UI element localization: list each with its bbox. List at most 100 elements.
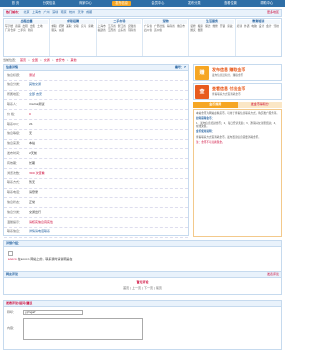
category-item[interactable]: 培训 bbox=[237, 24, 242, 28]
nav-item-4[interactable]: 会员中心 bbox=[149, 1, 168, 7]
nav-item-7[interactable]: 帮助中心 bbox=[257, 1, 276, 7]
breadcrumb-item-0[interactable]: 首页 bbox=[20, 58, 26, 63]
city-link-3[interactable]: 深圳 bbox=[52, 11, 58, 15]
category-item[interactable]: 维修 bbox=[212, 24, 217, 28]
category-item[interactable]: 新房 bbox=[28, 29, 33, 32]
category-items-2: 上海市 江苏省 浙江省 安徽省 福建省 江西省 山东省 河南省 bbox=[98, 24, 141, 32]
breadcrumb-item-1[interactable]: 全国 bbox=[32, 58, 38, 63]
nav-item-6[interactable]: 查看位置 bbox=[221, 1, 240, 7]
category-column-4: 生活服务 装修 搬家 保洁 维修 开锁 家政 婚庆 摄影 bbox=[189, 19, 236, 56]
info-value: 全部 吉安 bbox=[29, 92, 42, 97]
nav-item-1[interactable]: 分类信息 bbox=[40, 1, 59, 7]
comments-panel: 网友评论 发表评论 暂无评论 首页 | 上一页 | 下一页 | 尾页 bbox=[3, 271, 282, 295]
category-item[interactable]: 家政 bbox=[227, 24, 232, 28]
category-item[interactable]: 河南省 bbox=[128, 29, 136, 32]
category-item[interactable]: 保洁 bbox=[205, 24, 210, 28]
tab-earn-points[interactable]: 发金币得积分 bbox=[237, 102, 282, 108]
category-items-0: 写字楼 商铺 出租 出售 土地 厂房仓库 二手房 新房 bbox=[5, 24, 48, 32]
content-textarea[interactable] bbox=[23, 318, 143, 340]
category-column-3: 宠物 广东省 广西壮族 海南省 重庆市 四川省 贵州省 bbox=[143, 19, 190, 56]
city-link-7[interactable]: 成都 bbox=[86, 11, 92, 15]
category-item[interactable]: 四川省 bbox=[144, 29, 152, 32]
form-row-name: 称呼： yjmgaf bbox=[4, 307, 281, 315]
category-item[interactable]: 家教 bbox=[88, 24, 93, 28]
info-row: 所属地区： 全部 吉安 bbox=[4, 91, 188, 101]
category-item[interactable]: 摄影 bbox=[198, 29, 203, 32]
info-value: 0 bbox=[29, 111, 31, 116]
category-item[interactable]: 兼职 bbox=[66, 24, 71, 28]
info-label: 联系信息： bbox=[7, 229, 23, 234]
rule-paragraph: 1、发布信息奖励金币；2、每日登录奖励；3、邀请好友注册奖励；4、在线充值。 bbox=[196, 122, 278, 129]
breadcrumb-item-2[interactable]: 交通 bbox=[44, 58, 50, 63]
category-item[interactable]: 电脑 bbox=[251, 24, 256, 28]
category-title-2[interactable]: 二手市场 bbox=[97, 19, 141, 24]
info-row: 温馨提示： 请核实信息真实性 bbox=[4, 218, 188, 228]
category-title-3[interactable]: 宠物 bbox=[143, 19, 188, 24]
promo-subtitle: 发布信息送积分，赚取金币 bbox=[212, 73, 244, 77]
category-item[interactable]: 婚庆 bbox=[190, 29, 195, 32]
post-comment-link[interactable]: 发表评论 bbox=[267, 272, 279, 276]
category-item[interactable]: 驾校 bbox=[274, 24, 279, 28]
nav-item-3[interactable]: 发布信息 bbox=[112, 0, 131, 7]
info-label: 联系方式： bbox=[7, 180, 23, 185]
promo-text: 查看信息 付出金币 查看联系方式需消耗金币 bbox=[212, 86, 245, 96]
category-title-4[interactable]: 生活服务 bbox=[190, 19, 234, 24]
category-item[interactable]: 会计 bbox=[266, 24, 271, 28]
name-input[interactable]: yjmgaf bbox=[23, 310, 83, 315]
info-row: 联系信息： 详情请电话联系 bbox=[4, 228, 188, 238]
city-link-0[interactable]: 北京 bbox=[24, 11, 30, 15]
right-sidebar: 赚发布信息 赚取金币 发布信息送积分，赚取金币查查看信息 付出金币 查看联系方式需消… bbox=[193, 64, 282, 237]
info-label: 信息状态： bbox=[7, 199, 23, 204]
info-row: 发布时间： 2天前 bbox=[4, 149, 188, 160]
info-label: 浏览次数： bbox=[7, 170, 23, 175]
info-label: 联系电话： bbox=[7, 190, 23, 195]
info-label: 信息来源： bbox=[7, 141, 23, 146]
rule-paragraph: 注：金币不可兑换现金。 bbox=[196, 140, 225, 144]
category-item[interactable]: 猎头 bbox=[51, 29, 56, 32]
category-item[interactable]: 厂房仓库 bbox=[5, 29, 16, 32]
city-link-6[interactable]: 天津 bbox=[78, 11, 84, 15]
info-row: 信息分类： 交通出行 bbox=[4, 208, 188, 218]
category-item[interactable]: 全职 bbox=[73, 24, 78, 28]
promo-text: 发布信息 赚取金币 发布信息送积分，赚取金币 bbox=[212, 67, 245, 77]
nav-item-0[interactable]: 首 页 bbox=[9, 1, 22, 7]
info-label: 温馨提示： bbox=[7, 219, 23, 224]
info-value: 无 bbox=[29, 131, 33, 136]
comments-pager[interactable]: 首页 | 上一页 | 下一页 | 尾页 bbox=[4, 286, 281, 291]
info-value: 暂无 bbox=[29, 180, 36, 185]
city-link-4[interactable]: 南京 bbox=[61, 11, 67, 15]
promo-banner-0[interactable]: 赚发布信息 赚取金币 发布信息送积分，赚取金币 bbox=[193, 64, 282, 81]
main-nav: 首 页 分类信息 商家中心 发布信息 会员中心 发布分类 查看位置 帮助中心 bbox=[0, 0, 285, 7]
category-item[interactable]: 福建省 bbox=[98, 29, 106, 32]
category-column-1: 求职招聘 求职 招聘 兼职 全职 实习 家教 猎头 派遣 bbox=[50, 19, 97, 56]
city-link-1[interactable]: 上海市 bbox=[32, 11, 41, 15]
category-item[interactable]: 派遣 bbox=[59, 29, 64, 32]
category-item[interactable]: 实习 bbox=[81, 24, 86, 28]
category-item[interactable]: 设计 bbox=[259, 24, 264, 28]
info-label: 信息标题： bbox=[7, 72, 23, 77]
category-item[interactable]: 海南省 bbox=[167, 24, 175, 28]
breadcrumb-item-4[interactable]: 其他 bbox=[70, 58, 76, 63]
comment-form: 发表评论/提问/建议 称呼： yjmgaf 内容： bbox=[3, 300, 282, 350]
category-item[interactable]: 二手房 bbox=[18, 29, 26, 32]
breadcrumb-item-3[interactable]: 吉安市 bbox=[56, 58, 65, 63]
tab-coin-rules[interactable]: 金币规则 bbox=[193, 102, 238, 108]
more-cities-link[interactable]: 更多地区 bbox=[267, 11, 279, 15]
category-title-0[interactable]: 出租出售 bbox=[5, 19, 49, 24]
detail-body: 在sooco 网站上的，联系我时请说明是在 bbox=[17, 257, 73, 261]
category-item[interactable]: 山东省 bbox=[118, 29, 126, 32]
category-item[interactable]: 外语 bbox=[244, 24, 249, 28]
category-item[interactable]: 土地 bbox=[37, 24, 42, 28]
category-title-5[interactable]: 教育培训 bbox=[236, 19, 280, 24]
nav-item-5[interactable]: 发布分类 bbox=[185, 1, 204, 7]
promo-banner-1[interactable]: 查查看信息 付出金币 查看联系方式需消耗金币 bbox=[193, 83, 282, 100]
category-item[interactable]: 江西省 bbox=[108, 29, 116, 32]
category-title-1[interactable]: 求职招聘 bbox=[51, 19, 95, 24]
city-link-5[interactable]: 杭州 bbox=[69, 11, 75, 15]
city-link-2[interactable]: 广州 bbox=[44, 11, 50, 15]
nav-item-2[interactable]: 商家中心 bbox=[76, 1, 95, 7]
category-item[interactable]: 重庆市 bbox=[177, 24, 185, 28]
info-row: 联系方式： 暂无 bbox=[4, 179, 188, 189]
category-item[interactable]: 开锁 bbox=[220, 24, 225, 28]
category-item[interactable]: 贵州省 bbox=[154, 29, 162, 32]
